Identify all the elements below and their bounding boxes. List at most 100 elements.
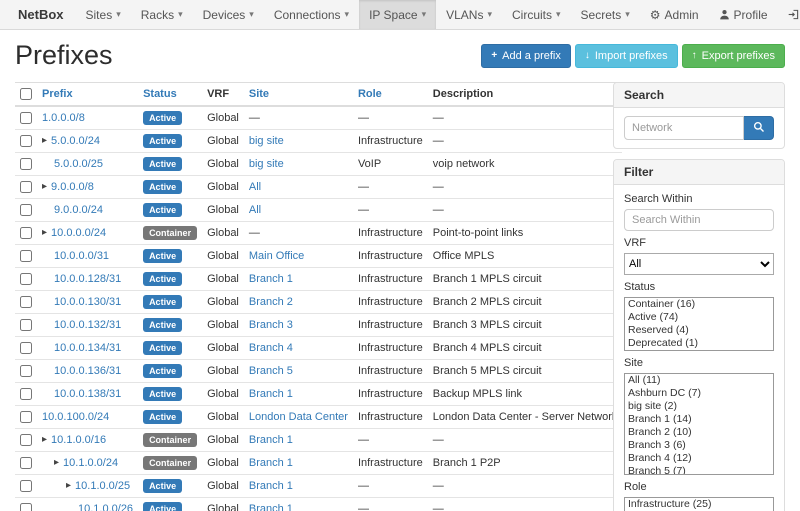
- site-option[interactable]: Branch 1 (14): [625, 413, 773, 426]
- filter-group-status: Status Container (16)Active (74)Reserved…: [624, 281, 774, 351]
- site-option[interactable]: Branch 5 (7): [625, 465, 773, 475]
- site-cell: Branch 4: [244, 337, 353, 360]
- site-option[interactable]: big site (2): [625, 400, 773, 413]
- site-link[interactable]: Branch 1: [249, 273, 293, 285]
- row-checkbox[interactable]: [20, 112, 32, 124]
- status-option[interactable]: Active (74): [625, 311, 773, 324]
- row-checkbox[interactable]: [20, 158, 32, 170]
- prefix-link[interactable]: 1.0.0.0/8: [42, 112, 85, 125]
- prefix-link[interactable]: 10.0.0.0/24: [51, 227, 106, 240]
- row-checkbox[interactable]: [20, 250, 32, 262]
- site-option[interactable]: Branch 4 (12): [625, 452, 773, 465]
- site-link[interactable]: All: [249, 181, 261, 193]
- site-option[interactable]: Ashburn DC (7): [625, 387, 773, 400]
- column-header-role[interactable]: Role: [353, 83, 428, 107]
- status-badge: Active: [143, 180, 182, 194]
- nav-item-racks[interactable]: Racks▾: [131, 0, 193, 29]
- prefix-link[interactable]: 9.0.0.0/24: [54, 204, 103, 217]
- add-prefix-button[interactable]: + Add a prefix: [481, 44, 571, 68]
- nav-item-devices[interactable]: Devices▾: [193, 0, 264, 29]
- nav-item-ip-space[interactable]: IP Space▾: [359, 0, 436, 29]
- prefix-link[interactable]: 9.0.0.0/8: [51, 181, 94, 194]
- row-checkbox[interactable]: [20, 135, 32, 147]
- status-option[interactable]: Reserved (4): [625, 324, 773, 337]
- column-header-site[interactable]: Site: [244, 83, 353, 107]
- vrf-select[interactable]: All: [624, 253, 774, 275]
- site-option[interactable]: Branch 2 (10): [625, 426, 773, 439]
- export-prefixes-button[interactable]: ↑ Export prefixes: [682, 44, 785, 68]
- site-option[interactable]: Branch 3 (6): [625, 439, 773, 452]
- prefix-link[interactable]: 5.0.0.0/24: [51, 135, 100, 148]
- status-option[interactable]: Deprecated (1): [625, 337, 773, 350]
- role-cell: Infrastructure: [353, 360, 428, 383]
- site-link[interactable]: big site: [249, 135, 284, 147]
- site-link[interactable]: Branch 1: [249, 457, 293, 469]
- export-icon: ↑: [692, 51, 697, 61]
- search-input[interactable]: [624, 116, 744, 140]
- row-checkbox[interactable]: [20, 434, 32, 446]
- site-option[interactable]: All (11): [625, 374, 773, 387]
- site-link[interactable]: Branch 4: [249, 342, 293, 354]
- select-all-checkbox[interactable]: [20, 88, 32, 100]
- site-link[interactable]: Branch 2: [249, 296, 293, 308]
- column-header-prefix[interactable]: Prefix: [37, 83, 138, 107]
- prefix-link[interactable]: 10.0.0.132/31: [54, 319, 121, 332]
- site-link[interactable]: Branch 1: [249, 503, 293, 511]
- row-checkbox[interactable]: [20, 342, 32, 354]
- prefix-link[interactable]: 10.1.0.0/16: [51, 434, 106, 447]
- brand-link[interactable]: NetBox: [6, 0, 76, 29]
- nav-item-circuits[interactable]: Circuits▾: [502, 0, 571, 29]
- row-checkbox[interactable]: [20, 273, 32, 285]
- prefix-link[interactable]: 10.0.0.136/31: [54, 365, 121, 378]
- row-checkbox[interactable]: [20, 181, 32, 193]
- nav-item-connections[interactable]: Connections▾: [264, 0, 359, 29]
- nav-item-secrets[interactable]: Secrets▾: [571, 0, 640, 29]
- prefix-link[interactable]: 10.0.0.128/31: [54, 273, 121, 286]
- nav-item-sites[interactable]: Sites▾: [76, 0, 131, 29]
- site-link[interactable]: Branch 1: [249, 388, 293, 400]
- row-checkbox[interactable]: [20, 457, 32, 469]
- import-prefixes-button[interactable]: ↓ Import prefixes: [575, 44, 678, 68]
- table-row: ▸10.1.0.0/16ContainerGlobalBranch 1——: [15, 429, 622, 452]
- site-link[interactable]: Main Office: [249, 250, 304, 262]
- status-listbox[interactable]: Container (16)Active (74)Reserved (4)Dep…: [624, 297, 774, 351]
- row-checkbox[interactable]: [20, 388, 32, 400]
- prefix-link[interactable]: 10.1.0.0/25: [75, 480, 130, 493]
- column-header-status[interactable]: Status: [138, 83, 202, 107]
- role-listbox[interactable]: Infrastructure (25)Management (8)Private…: [624, 497, 774, 511]
- search-button[interactable]: [744, 116, 774, 140]
- site-link[interactable]: Branch 5: [249, 365, 293, 377]
- status-option[interactable]: Container (16): [625, 298, 773, 311]
- row-checkbox[interactable]: [20, 296, 32, 308]
- row-checkbox[interactable]: [20, 503, 32, 511]
- row-checkbox[interactable]: [20, 480, 32, 492]
- nav-item-profile[interactable]: Profile: [709, 0, 778, 29]
- nav-item-admin[interactable]: ⚙ Admin: [640, 0, 709, 29]
- expand-caret-icon: ▸: [66, 481, 71, 491]
- prefix-link[interactable]: 10.0.0.130/31: [54, 296, 121, 309]
- site-listbox[interactable]: All (11)Ashburn DC (7)big site (2)Branch…: [624, 373, 774, 475]
- role-option[interactable]: Infrastructure (25): [625, 498, 773, 511]
- prefix-link[interactable]: 10.0.100.0/24: [42, 411, 109, 424]
- row-checkbox[interactable]: [20, 227, 32, 239]
- site-link[interactable]: Branch 1: [249, 480, 293, 492]
- row-checkbox[interactable]: [20, 319, 32, 331]
- nav-item-vlans[interactable]: VLANs▾: [436, 0, 502, 29]
- prefix-link[interactable]: 5.0.0.0/25: [54, 158, 103, 171]
- site-link[interactable]: All: [249, 204, 261, 216]
- prefix-link[interactable]: 10.0.0.0/31: [54, 250, 109, 263]
- site-link[interactable]: Branch 3: [249, 319, 293, 331]
- prefix-link[interactable]: 10.1.0.0/24: [63, 457, 118, 470]
- row-checkbox[interactable]: [20, 204, 32, 216]
- site-link[interactable]: big site: [249, 158, 284, 170]
- site-link[interactable]: Branch 1: [249, 434, 293, 446]
- status-badge: Active: [143, 410, 182, 424]
- prefix-link[interactable]: 10.1.0.0/26: [78, 503, 133, 511]
- row-checkbox[interactable]: [20, 411, 32, 423]
- prefix-link[interactable]: 10.0.0.138/31: [54, 388, 121, 401]
- search-within-input[interactable]: [624, 209, 774, 231]
- prefix-link[interactable]: 10.0.0.134/31: [54, 342, 121, 355]
- row-checkbox[interactable]: [20, 365, 32, 377]
- nav-item-logout[interactable]: Log out: [778, 0, 800, 29]
- site-link[interactable]: London Data Center: [249, 411, 348, 423]
